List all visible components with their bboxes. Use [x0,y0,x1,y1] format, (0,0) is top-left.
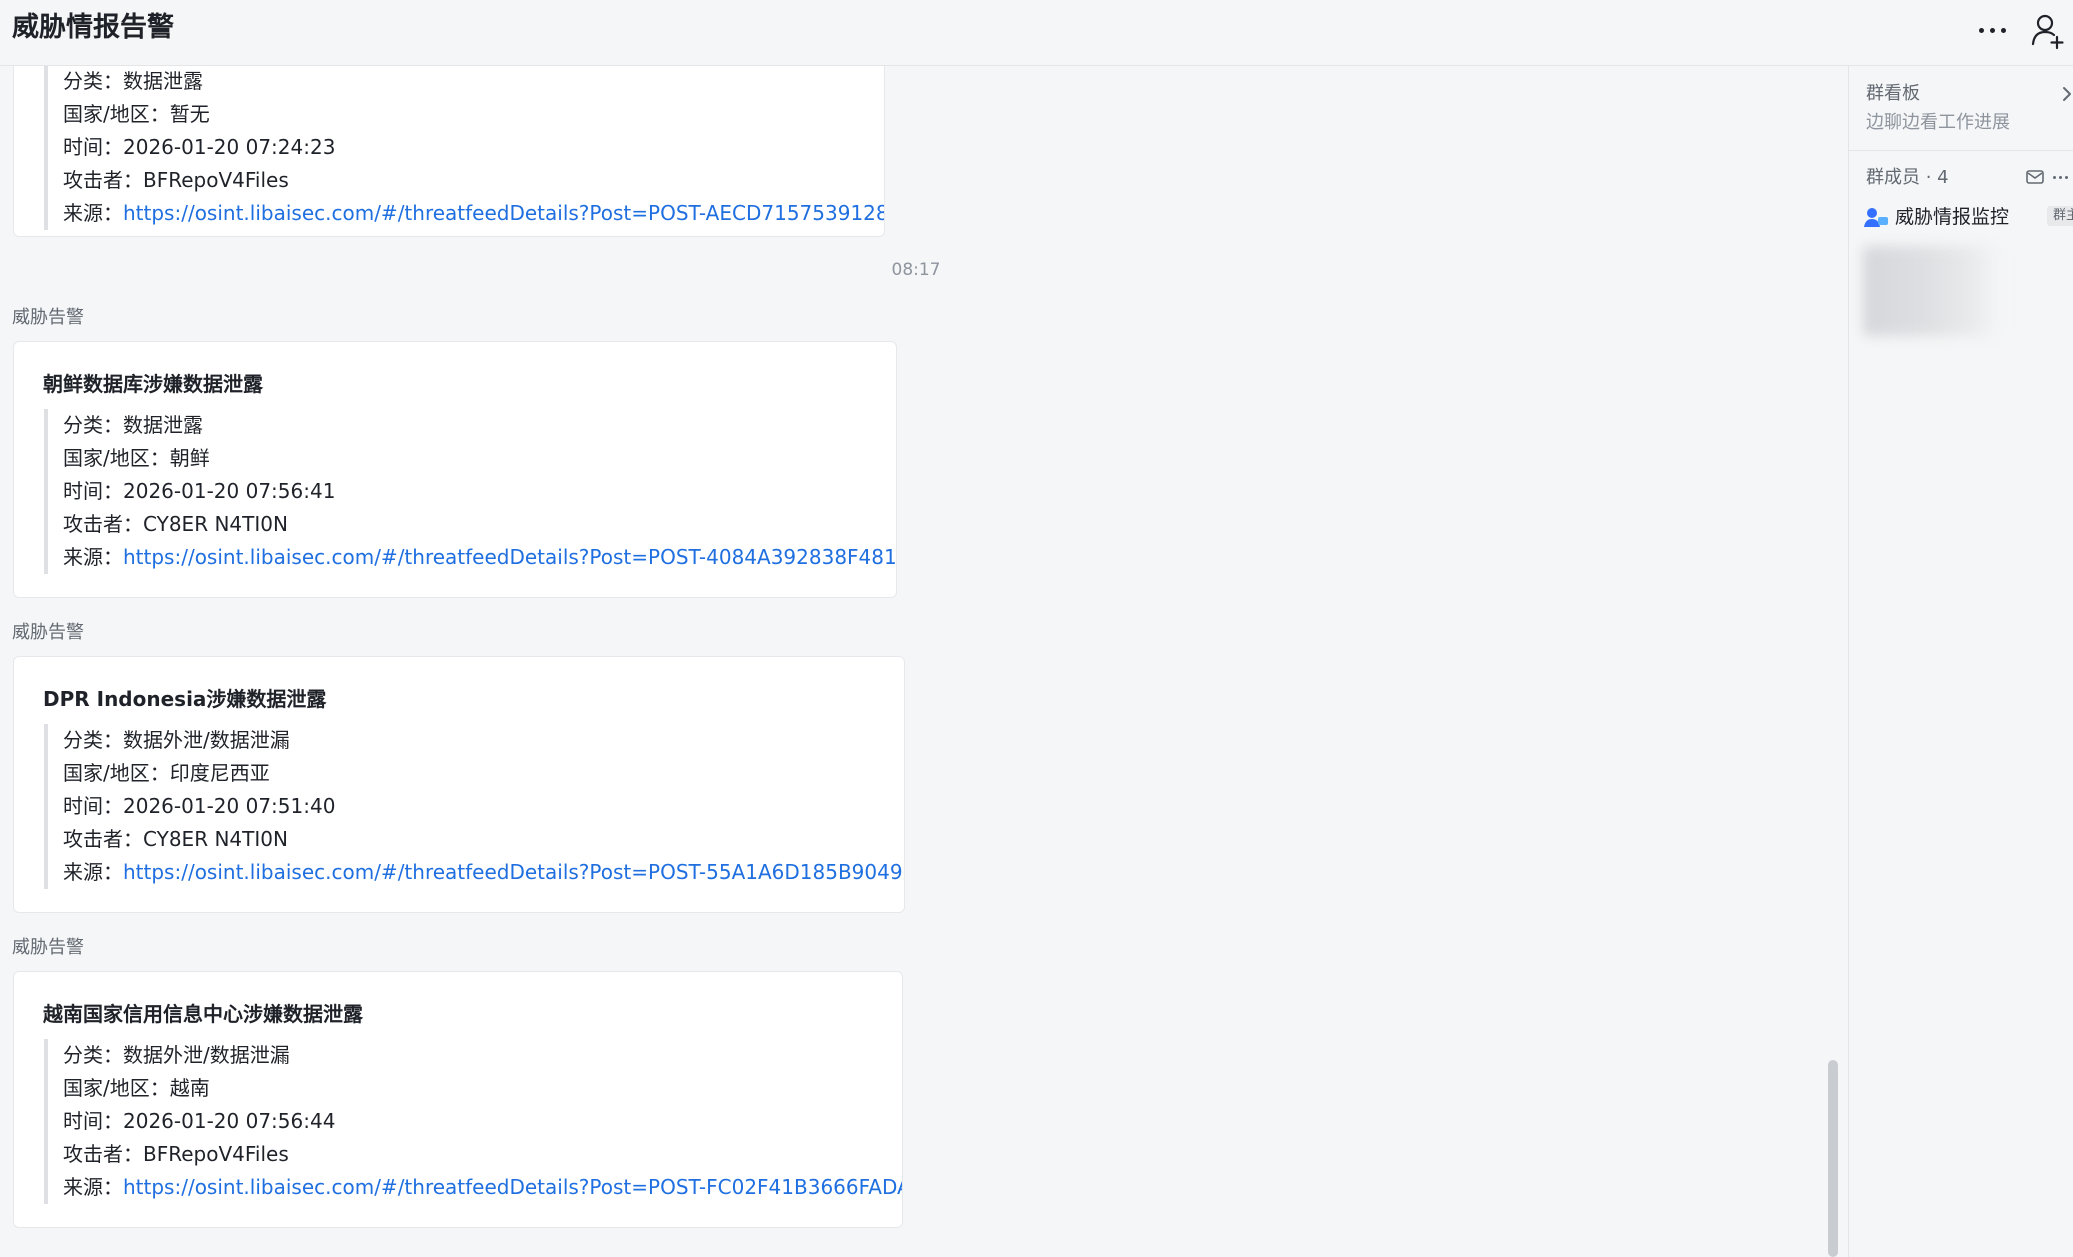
card-title: DPR Indonesia涉嫌数据泄露 [43,687,327,711]
card-line-region: 国家/地区：暂无 [63,102,210,126]
sender-name: 威胁告警 [12,622,84,643]
card-line-source: 来源：https://osint.libaisec.com/#/threatfe… [63,856,904,889]
owner-badge: 群主 [2047,206,2073,226]
add-member-icon[interactable] [2030,10,2066,50]
sender-name: 威胁告警 [12,307,84,328]
card-quote: 分类：数据外泄/数据泄漏 国家/地区：越南 时间：2026-01-20 07:5… [44,1039,902,1204]
message-card: 分类：数据泄露 国家/地区：暂无 时间：2026-01-20 07:24:23 … [13,66,885,237]
blurred-member-avatars [1863,246,2003,336]
card-quote: 分类：数据泄露 国家/地区：朝鲜 时间：2026-01-20 07:56:41 … [44,409,896,574]
message-list[interactable]: 分类：数据泄露 国家/地区：暂无 时间：2026-01-20 07:24:23 … [0,66,1848,1257]
card-line-time: 时间：2026-01-20 07:56:41 [63,479,336,503]
mail-icon[interactable] [2025,168,2045,186]
card-line-attacker: 攻击者：CY8ER N4TI0N [63,512,288,536]
chat-header: 威胁情报告警 [0,0,2073,66]
card-line-region: 国家/地区：印度尼西亚 [63,761,270,785]
bot-avatar-icon [1864,208,1888,227]
members-title: 群成员 · 4 [1866,167,1949,188]
member-name: 威胁情报监控 [1895,206,2010,228]
card-line-source: 来源：https://osint.libaisec.com/#/threatfe… [63,1171,902,1204]
card-line-region: 国家/地区：朝鲜 [63,446,210,470]
chat-title: 威胁情报告警 [12,12,174,43]
message-card: 朝鲜数据库涉嫌数据泄露 分类：数据泄露 国家/地区：朝鲜 时间：2026-01-… [13,341,897,598]
card-title: 越南国家信用信息中心涉嫌数据泄露 [43,1002,363,1026]
members-more-icon[interactable] [2053,168,2073,186]
card-line-time: 时间：2026-01-20 07:24:23 [63,135,336,159]
card-line-attacker: 攻击者：CY8ER N4TI0N [63,827,288,851]
card-line-region: 国家/地区：越南 [63,1076,210,1100]
sender-name: 威胁告警 [12,937,84,958]
chevron-right-icon [2063,87,2071,101]
card-quote: 分类：数据泄露 国家/地区：暂无 时间：2026-01-20 07:24:23 … [44,66,884,230]
card-title: 朝鲜数据库涉嫌数据泄露 [43,372,263,396]
card-line-attacker: 攻击者：BFRepoV4Files [63,1142,289,1166]
card-line-category: 分类：数据外泄/数据泄漏 [63,1043,290,1067]
group-board[interactable]: 群看板 边聊边看工作进展 [1849,66,2073,151]
card-line-time: 时间：2026-01-20 07:56:44 [63,1109,336,1133]
card-line-attacker: 攻击者：BFRepoV4Files [63,168,289,192]
source-link[interactable]: https://osint.libaisec.com/#/threatfeedD… [123,201,884,225]
message-card: DPR Indonesia涉嫌数据泄露 分类：数据外泄/数据泄漏 国家/地区：印… [13,656,905,913]
group-side-panel: 群看板 边聊边看工作进展 群成员 · 4 威胁情报监控 群主 [1848,66,2073,1257]
card-line-source: 来源：https://osint.libaisec.com/#/threatfe… [63,197,884,230]
card-quote: 分类：数据外泄/数据泄漏 国家/地区：印度尼西亚 时间：2026-01-20 0… [44,724,904,889]
time-separator: 08:17 [891,260,941,280]
member-item[interactable]: 威胁情报监控 群主 [1863,202,2073,232]
board-subtitle: 边聊边看工作进展 [1866,112,2010,133]
card-line-source: 来源：https://osint.libaisec.com/#/threatfe… [63,541,896,574]
source-link[interactable]: https://osint.libaisec.com/#/threatfeedD… [123,1175,902,1199]
source-link[interactable]: https://osint.libaisec.com/#/threatfeedD… [123,860,904,884]
scrollbar-thumb[interactable] [1828,1060,1838,1257]
card-line-category: 分类：数据泄露 [63,69,203,93]
card-line-time: 时间：2026-01-20 07:51:40 [63,794,336,818]
board-title: 群看板 [1866,83,1920,104]
card-line-category: 分类：数据外泄/数据泄漏 [63,728,290,752]
more-icon[interactable] [1972,12,2012,48]
message-card: 越南国家信用信息中心涉嫌数据泄露 分类：数据外泄/数据泄漏 国家/地区：越南 时… [13,971,903,1228]
card-line-category: 分类：数据泄露 [63,413,203,437]
source-link[interactable]: https://osint.libaisec.com/#/threatfeedD… [123,545,896,569]
